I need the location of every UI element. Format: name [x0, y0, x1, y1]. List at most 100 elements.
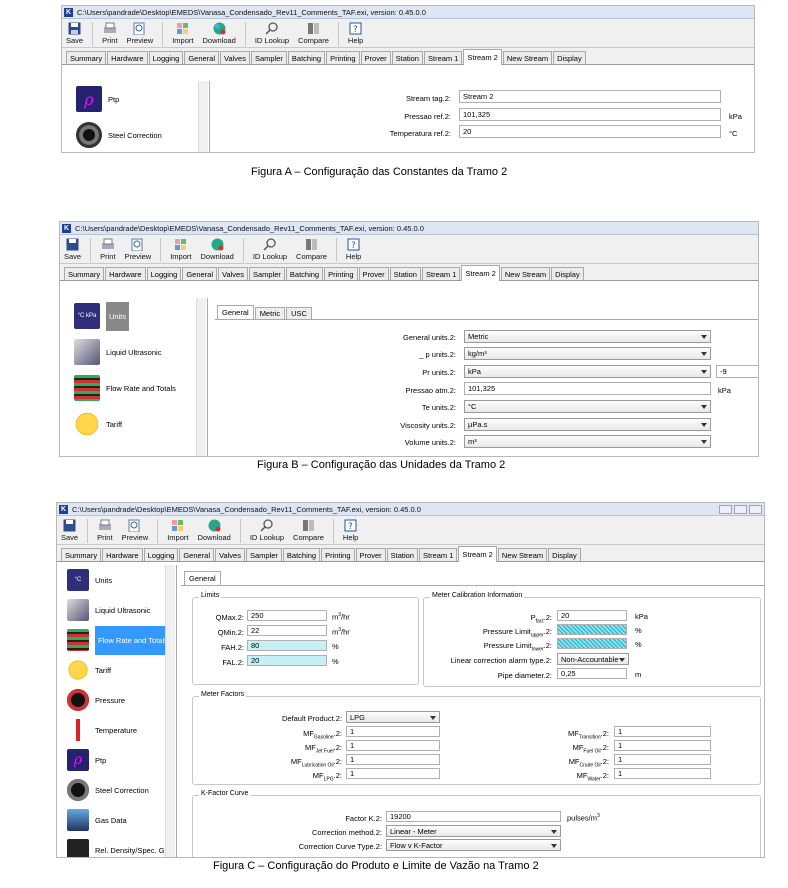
tab-station[interactable]: Station: [391, 51, 423, 64]
tab-logging[interactable]: Logging: [146, 267, 182, 280]
tab-printing[interactable]: Printing: [324, 267, 358, 280]
mf-gasoline-input[interactable]: 1: [346, 726, 440, 737]
tab-valves[interactable]: Valves: [218, 267, 248, 280]
help-button[interactable]: ? Help: [348, 21, 363, 45]
sidebar-item-flow-rate[interactable]: Flow Rate and Totals: [61, 625, 176, 655]
id-lookup-button[interactable]: ID Lookup: [250, 518, 284, 542]
sidebar-scrollbar[interactable]: [198, 81, 208, 152]
import-button[interactable]: Import: [170, 237, 191, 261]
id-lookup-button[interactable]: ID Lookup: [253, 237, 287, 261]
te-units-select[interactable]: °C: [464, 400, 711, 413]
compare-button[interactable]: Compare: [296, 237, 327, 261]
subtab-usc[interactable]: USC: [286, 307, 312, 319]
tab-sampler[interactable]: Sampler: [250, 51, 287, 64]
sidebar-item-pressure[interactable]: Pressure: [61, 685, 176, 715]
download-button[interactable]: Download: [202, 21, 236, 45]
sidebar-scrollbar[interactable]: [165, 565, 175, 857]
minimize-button[interactable]: [719, 505, 732, 514]
download-button[interactable]: Download: [200, 237, 234, 261]
pipe-diameter-input[interactable]: 0,25: [557, 668, 627, 679]
tab-hardware[interactable]: Hardware: [102, 548, 143, 561]
tab-batching[interactable]: Batching: [285, 267, 324, 280]
sidebar-item-gas-data[interactable]: Gas Data: [61, 805, 176, 835]
sidebar-item-flow-rate[interactable]: Flow Rate and Totals: [68, 370, 207, 406]
viscosity-units-select[interactable]: µPa.s: [464, 418, 711, 431]
tab-hardware[interactable]: Hardware: [105, 267, 146, 280]
general-units-select[interactable]: Metric: [464, 330, 711, 343]
temperatura-ref-input[interactable]: 20: [459, 125, 721, 138]
mf-fuel-oil-input[interactable]: 1: [614, 740, 711, 751]
tab-prover[interactable]: Prover: [355, 548, 386, 561]
pressao-ref-input[interactable]: 101,325: [459, 108, 721, 121]
compare-button[interactable]: Compare: [298, 21, 329, 45]
fah-input[interactable]: 80: [247, 640, 327, 651]
sidebar-item-rel-density[interactable]: Rel. Density/Spec. Grav: [61, 835, 176, 857]
tab-valves[interactable]: Valves: [215, 548, 245, 561]
import-button[interactable]: Import: [167, 518, 188, 542]
sidebar-item-units[interactable]: °C kPa Units: [68, 298, 207, 334]
mf-lpg-input[interactable]: 1: [346, 768, 440, 779]
pressure-limit-lower-input[interactable]: [557, 638, 627, 649]
tab-display[interactable]: Display: [548, 548, 581, 561]
qmin-input[interactable]: 22: [247, 625, 327, 636]
tab-new-stream[interactable]: New Stream: [500, 267, 551, 280]
correction-method-select[interactable]: Linear - Meter: [386, 825, 561, 837]
stream-tag-input[interactable]: Stream 2: [459, 90, 721, 103]
tab-hardware[interactable]: Hardware: [107, 51, 148, 64]
tab-batching[interactable]: Batching: [287, 51, 326, 64]
tab-new-stream[interactable]: New Stream: [502, 51, 553, 64]
preview-button[interactable]: Preview: [122, 518, 148, 542]
sidebar-item-liquid-ultrasonic[interactable]: Liquid Ultrasonic: [68, 334, 207, 370]
tab-summary[interactable]: Summary: [64, 267, 105, 280]
tab-sampler[interactable]: Sampler: [248, 267, 285, 280]
tab-printing[interactable]: Printing: [326, 51, 360, 64]
pressure-limit-upper-input[interactable]: [557, 624, 627, 635]
save-button[interactable]: Save: [61, 518, 78, 542]
mf-transition-input[interactable]: 1: [614, 726, 711, 737]
linear-correction-alarm-select[interactable]: Non-Accountable: [557, 653, 629, 665]
mf-water-input[interactable]: 1: [614, 768, 711, 779]
tab-sampler[interactable]: Sampler: [245, 548, 282, 561]
tab-general[interactable]: General: [182, 267, 217, 280]
tab-prover[interactable]: Prover: [360, 51, 391, 64]
sidebar-item-temperature[interactable]: Temperature: [61, 715, 176, 745]
tab-stream-1[interactable]: Stream 1: [423, 51, 463, 64]
sidebar-item-tariff[interactable]: Tariff: [61, 655, 176, 685]
help-button[interactable]: ? Help: [343, 518, 358, 542]
tab-summary[interactable]: Summary: [66, 51, 107, 64]
download-button[interactable]: Download: [197, 518, 231, 542]
pressao-atm-input[interactable]: 101,325: [464, 382, 711, 395]
tab-valves[interactable]: Valves: [220, 51, 250, 64]
tab-batching[interactable]: Batching: [282, 548, 321, 561]
tab-summary[interactable]: Summary: [61, 548, 102, 561]
tab-display[interactable]: Display: [553, 51, 586, 64]
preview-button[interactable]: Preview: [125, 237, 151, 261]
save-button[interactable]: Save: [64, 237, 81, 261]
qmax-input[interactable]: 250: [247, 610, 327, 621]
tab-prover[interactable]: Prover: [358, 267, 389, 280]
print-button[interactable]: Print: [97, 518, 113, 542]
subtab-general[interactable]: General: [184, 571, 221, 585]
compare-button[interactable]: Compare: [293, 518, 324, 542]
tab-stream-2[interactable]: Stream 2: [458, 546, 497, 562]
sidebar-scrollbar[interactable]: [196, 298, 206, 456]
preview-button[interactable]: Preview: [127, 21, 153, 45]
density-units-select[interactable]: kg/m³: [464, 347, 711, 360]
subtab-general[interactable]: General: [217, 305, 254, 319]
tab-new-stream[interactable]: New Stream: [497, 548, 548, 561]
sidebar-item-liquid-ultrasonic[interactable]: Liquid Ultrasonic: [61, 595, 176, 625]
pfact-input[interactable]: 20: [557, 610, 627, 621]
print-button[interactable]: Print: [100, 237, 116, 261]
fal-input[interactable]: 20: [247, 655, 327, 666]
tab-stream-2[interactable]: Stream 2: [463, 49, 502, 65]
tab-general[interactable]: General: [184, 51, 219, 64]
sidebar-item-steel-correction[interactable]: Steel Correction: [61, 775, 176, 805]
tab-display[interactable]: Display: [551, 267, 584, 280]
correction-curve-type-select[interactable]: Flow v K-Factor: [386, 839, 561, 851]
sidebar-item-ptp[interactable]: ρ Ptp: [70, 81, 209, 117]
import-button[interactable]: Import: [172, 21, 193, 45]
volume-units-select[interactable]: m³: [464, 435, 711, 448]
sidebar-item-ptp[interactable]: ρ Ptp: [61, 745, 176, 775]
mf-lubrication-oil-input[interactable]: 1: [346, 754, 440, 765]
tab-stream-2[interactable]: Stream 2: [461, 265, 500, 281]
